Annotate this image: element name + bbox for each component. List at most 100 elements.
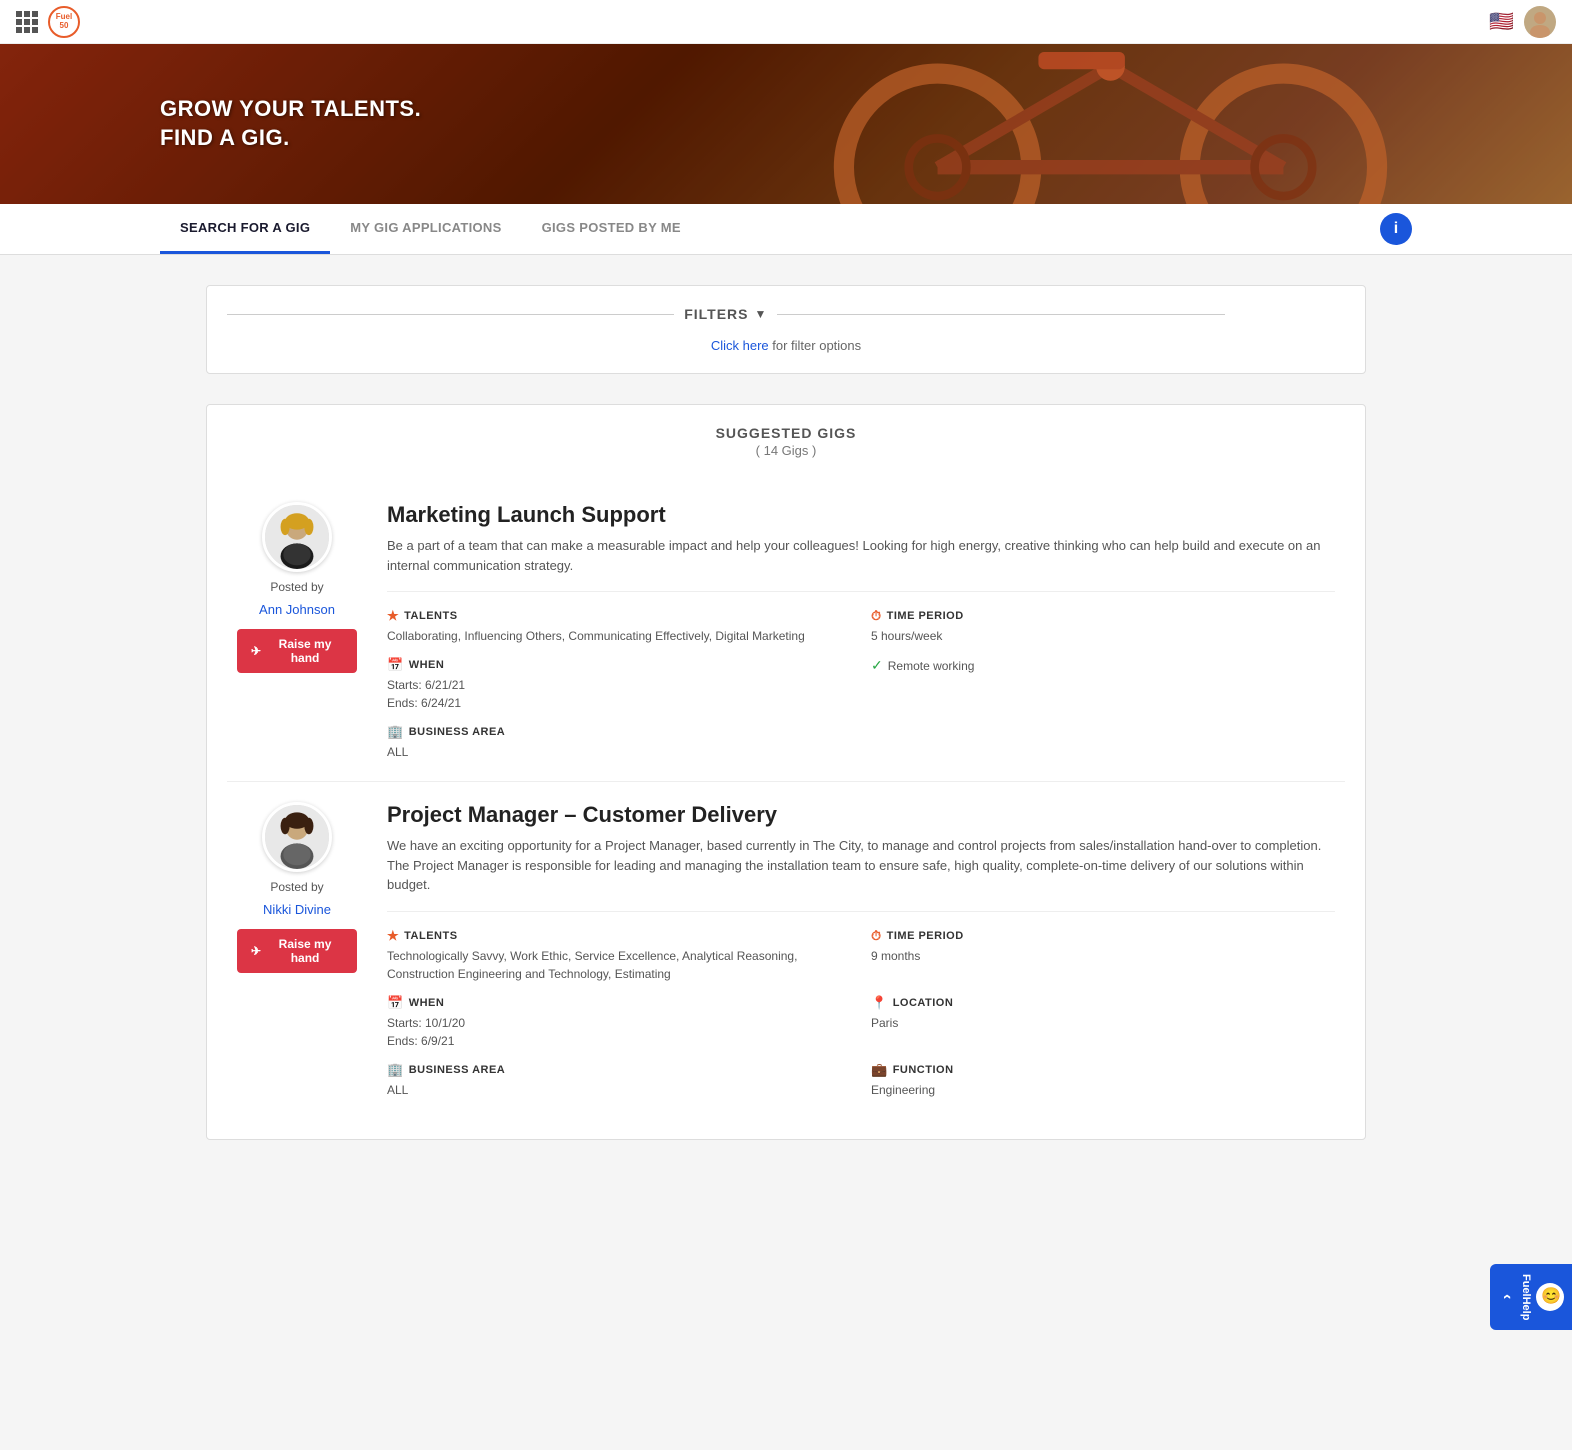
chevron-left-icon: ‹: [1498, 1294, 1516, 1299]
gig-poster-1: Posted by Ann Johnson ✈ Raise my hand: [237, 502, 357, 761]
gig-title-1: Marketing Launch Support: [387, 502, 1335, 528]
detail-time-value-2: 9 months: [871, 947, 1335, 965]
detail-time-label-2: ⏱ TIME PERIOD: [871, 928, 1335, 944]
filters-header-row: FILTERS ▼: [227, 306, 1345, 322]
detail-business-value-2: ALL: [387, 1081, 851, 1099]
main-content: FILTERS ▼ Click here for filter options …: [186, 255, 1386, 1170]
clock-icon-1: ⏱: [871, 608, 882, 624]
detail-time-label-1: ⏱ TIME PERIOD: [871, 608, 1335, 624]
detail-talents-value-2: Technologically Savvy, Work Ethic, Servi…: [387, 947, 851, 983]
detail-when-ends-1: Ends: 6/24/21: [387, 694, 851, 712]
detail-time-1: ⏱ TIME PERIOD 5 hours/week: [871, 608, 1335, 645]
detail-time-2: ⏱ TIME PERIOD 9 months: [871, 928, 1335, 983]
poster-avatar-2: [262, 802, 332, 872]
detail-when-label-1: 📅 WHEN: [387, 657, 851, 673]
detail-function-label-2: 💼 FUNCTION: [871, 1062, 1335, 1078]
gig-card-1: Posted by Ann Johnson ✈ Raise my hand Ma…: [227, 482, 1345, 782]
gig-description-1: Be a part of a team that can make a meas…: [387, 536, 1335, 575]
gig-details-1: ★ TALENTS Collaborating, Influencing Oth…: [387, 608, 1335, 761]
detail-remote-1: ✓ Remote working: [871, 657, 1335, 712]
hero-line1: GROW YOUR TALENTS.: [160, 96, 421, 121]
info-button[interactable]: i: [1380, 213, 1412, 245]
filters-title-text: FILTERS: [684, 306, 748, 322]
gig-description-2: We have an exciting opportunity for a Pr…: [387, 836, 1335, 895]
nav-right: 🇺🇸: [1489, 6, 1556, 38]
flag-icon[interactable]: 🇺🇸: [1489, 9, 1514, 34]
detail-function-2: 💼 FUNCTION Engineering: [871, 1062, 1335, 1099]
building-icon-2: 🏢: [387, 1062, 404, 1078]
grid-icon[interactable]: [16, 11, 38, 33]
send-icon-1: ✈: [251, 644, 261, 658]
calendar-icon-1: 📅: [387, 657, 404, 673]
filters-title: FILTERS ▼: [684, 306, 767, 322]
star-icon-2: ★: [387, 928, 399, 944]
fuel-help-label: FuelHelp: [1520, 1274, 1532, 1320]
filter-click-area: Click here for filter options: [227, 338, 1345, 353]
building-icon-1: 🏢: [387, 724, 404, 740]
tabs-bar: SEARCH FOR A GIG MY GIG APPLICATIONS GIG…: [0, 204, 1572, 255]
remote-working-1: ✓ Remote working: [871, 657, 1335, 674]
detail-business-label-1: 🏢 BUSINESS AREA: [387, 724, 851, 740]
help-face-icon: 😊: [1536, 1283, 1564, 1311]
star-icon-1: ★: [387, 608, 399, 624]
detail-business-2: 🏢 BUSINESS AREA ALL: [387, 1062, 851, 1099]
detail-when-starts-1: Starts: 6/21/21: [387, 676, 851, 694]
detail-business-1: 🏢 BUSINESS AREA ALL: [387, 724, 851, 761]
calendar-icon-2: 📅: [387, 995, 404, 1011]
filters-header: FILTERS ▼: [227, 306, 1345, 322]
gig-content-1: Marketing Launch Support Be a part of a …: [387, 502, 1335, 761]
tab-search[interactable]: SEARCH FOR A GIG: [160, 204, 330, 254]
detail-when-ends-2: Ends: 6/9/21: [387, 1032, 851, 1050]
filter-click-link[interactable]: Click here: [711, 338, 769, 353]
fuel-help-widget[interactable]: 😊 FuelHelp ‹: [1490, 1264, 1572, 1330]
app-logo[interactable]: Fuel 50: [48, 6, 80, 38]
user-avatar[interactable]: [1524, 6, 1556, 38]
gig-poster-2: Posted by Nikki Divine ✈ Raise my hand: [237, 802, 357, 1099]
posted-by-label-2: Posted by: [270, 880, 323, 894]
raise-hand-button-2[interactable]: ✈ Raise my hand: [237, 929, 357, 973]
detail-location-2: 📍 LOCATION Paris: [871, 995, 1335, 1050]
poster-name-1[interactable]: Ann Johnson: [259, 602, 335, 617]
gig-title-2: Project Manager – Customer Delivery: [387, 802, 1335, 828]
check-icon-1: ✓: [871, 657, 883, 674]
filter-click-text: for filter options: [772, 338, 861, 353]
nav-left: Fuel 50: [16, 6, 80, 38]
hero-text: GROW YOUR TALENTS. FIND A GIG.: [0, 95, 421, 152]
detail-talents-2: ★ TALENTS Technologically Savvy, Work Et…: [387, 928, 851, 983]
suggested-count: ( 14 Gigs ): [227, 443, 1345, 458]
tab-applications[interactable]: MY GIG APPLICATIONS: [330, 204, 521, 254]
detail-business-label-2: 🏢 BUSINESS AREA: [387, 1062, 851, 1078]
detail-time-value-1: 5 hours/week: [871, 627, 1335, 645]
hero-decoration: [707, 44, 1572, 204]
suggested-header: SUGGESTED GIGS ( 14 Gigs ): [227, 425, 1345, 458]
suggested-section: SUGGESTED GIGS ( 14 Gigs ): [206, 404, 1366, 1140]
detail-when-1: 📅 WHEN Starts: 6/21/21 Ends: 6/24/21: [387, 657, 851, 712]
detail-location-label-2: 📍 LOCATION: [871, 995, 1335, 1011]
detail-talents-1: ★ TALENTS Collaborating, Influencing Oth…: [387, 608, 851, 645]
filters-arrow-icon: ▼: [754, 307, 767, 321]
pin-icon-2: 📍: [871, 995, 888, 1011]
raise-hand-button-1[interactable]: ✈ Raise my hand: [237, 629, 357, 673]
detail-when-starts-2: Starts: 10/1/20: [387, 1014, 851, 1032]
suggested-title: SUGGESTED GIGS: [227, 425, 1345, 441]
send-icon-2: ✈: [251, 944, 261, 958]
hero-banner: GROW YOUR TALENTS. FIND A GIG.: [0, 44, 1572, 204]
gig-content-2: Project Manager – Customer Delivery We h…: [387, 802, 1335, 1099]
detail-function-value-2: Engineering: [871, 1081, 1335, 1099]
detail-when-2: 📅 WHEN Starts: 10/1/20 Ends: 6/9/21: [387, 995, 851, 1050]
clock-icon-2: ⏱: [871, 928, 882, 944]
poster-avatar-1: [262, 502, 332, 572]
posted-by-label-1: Posted by: [270, 580, 323, 594]
top-navigation: Fuel 50 🇺🇸: [0, 0, 1572, 44]
detail-talents-label-1: ★ TALENTS: [387, 608, 851, 624]
detail-business-value-1: ALL: [387, 743, 851, 761]
tabs-left: SEARCH FOR A GIG MY GIG APPLICATIONS GIG…: [160, 204, 701, 254]
detail-when-label-2: 📅 WHEN: [387, 995, 851, 1011]
poster-name-2[interactable]: Nikki Divine: [263, 902, 331, 917]
hero-line2: FIND A GIG.: [160, 125, 290, 150]
gig-card-2: Posted by Nikki Divine ✈ Raise my hand P…: [227, 782, 1345, 1119]
gig-details-2: ★ TALENTS Technologically Savvy, Work Et…: [387, 928, 1335, 1099]
fuel-help-inner: 😊 FuelHelp ‹: [1498, 1274, 1564, 1320]
detail-location-value-2: Paris: [871, 1014, 1335, 1032]
tab-posted[interactable]: GIGS POSTED BY ME: [522, 204, 701, 254]
